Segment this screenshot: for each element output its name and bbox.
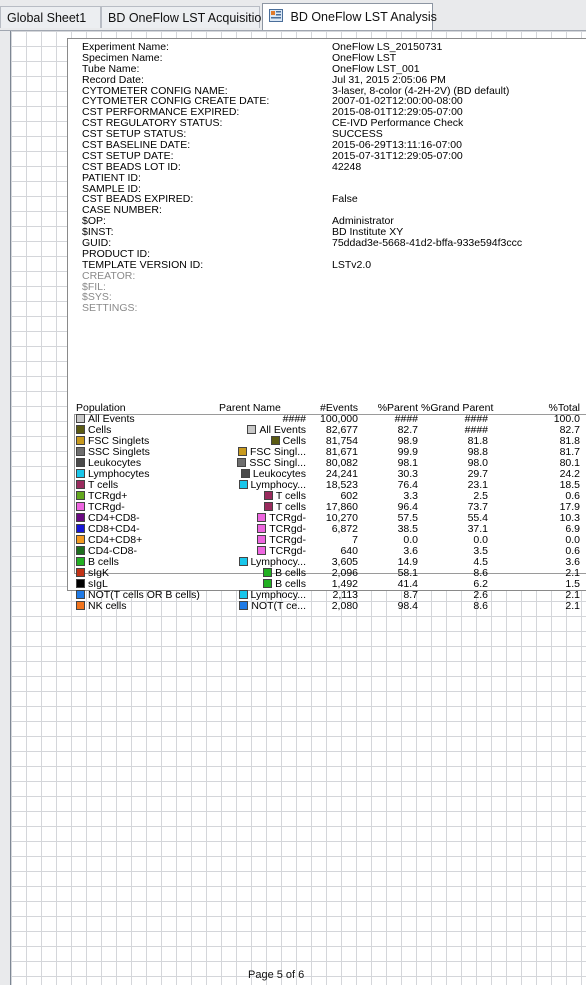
metadata-row: GUID: 75ddad3e-5668-41d2-bffa-933e594f3cc… bbox=[82, 238, 582, 249]
tab-label: Global Sheet1 bbox=[7, 11, 87, 25]
parent-color-swatch bbox=[270, 436, 280, 445]
parent-color-swatch bbox=[257, 546, 267, 555]
parent-name-cell: NOT(T ce... bbox=[204, 601, 306, 612]
table-body: All Events #### 100,000 #### #### 100.0 Cells A… bbox=[74, 414, 586, 612]
population-color-swatch bbox=[76, 458, 85, 467]
experiment-metadata: Experiment Name: OneFlow LS_20150731 Speci… bbox=[82, 42, 582, 314]
worksheet-icon bbox=[269, 5, 283, 31]
table-row[interactable]: sIgK B cells 2,096 58.1 8.6 2.1 bbox=[74, 568, 586, 579]
table-row[interactable]: T cells Lymphocy... 18,523 76.4 23.1 18.5 bbox=[74, 480, 586, 491]
parent-color-swatch bbox=[263, 491, 273, 500]
events-cell: 6,872 bbox=[331, 523, 358, 535]
pct-total-cell: 2.1 bbox=[565, 600, 580, 612]
metadata-key: CREATOR: bbox=[82, 269, 136, 282]
population-color-swatch bbox=[76, 414, 85, 423]
metadata-row: Record Date: Jul 31, 2015 2:05:06 PM bbox=[82, 73, 582, 86]
worksheet-tab-bar: Global Sheet1 BD OneFlow LST Acquisition… bbox=[0, 0, 586, 31]
table-row[interactable]: NOT(T cells OR B cells) Lymphocy... 2,113 8… bbox=[74, 590, 586, 601]
parent-color-swatch bbox=[237, 447, 247, 456]
parent-color-swatch bbox=[237, 458, 247, 467]
sheet-left-margin bbox=[0, 31, 10, 985]
parent-color-swatch bbox=[240, 469, 250, 478]
parent-color-swatch bbox=[263, 568, 273, 577]
population-color-swatch bbox=[76, 447, 85, 456]
metadata-key: PATIENT ID: bbox=[82, 171, 141, 184]
tab-label: BD OneFlow LST Analysis bbox=[290, 10, 437, 24]
table-row[interactable]: CD4+CD8- TCRgd- 10,270 57.5 55.4 10.3 bbox=[74, 513, 586, 524]
tab-lst-acquisition[interactable]: BD OneFlow LST Acquisition bbox=[101, 6, 268, 28]
page-number: Page 5 of 6 bbox=[248, 969, 305, 981]
population-color-swatch bbox=[76, 579, 85, 588]
tab-label: BD OneFlow LST Acquisition bbox=[108, 11, 269, 25]
population-color-swatch bbox=[76, 491, 85, 500]
population-color-swatch bbox=[76, 568, 85, 577]
metadata-key: SETTINGS: bbox=[82, 302, 138, 315]
population-color-swatch bbox=[76, 535, 85, 544]
events-cell: 2,080 bbox=[331, 600, 358, 612]
metadata-row: $FIL: bbox=[82, 281, 582, 293]
parent-name: NOT(T ce... bbox=[251, 600, 306, 612]
population-color-swatch bbox=[76, 524, 85, 533]
population-color-swatch bbox=[76, 502, 85, 511]
table-row[interactable]: B cells Lymphocy... 3,605 14.9 4.5 3.6 bbox=[74, 557, 586, 568]
parent-color-swatch bbox=[238, 480, 248, 489]
parent-color-swatch bbox=[239, 601, 249, 610]
parent-color-swatch bbox=[257, 513, 267, 522]
parent-color-swatch bbox=[257, 524, 267, 533]
population-name: NK cells bbox=[88, 600, 127, 612]
tab-global-sheet1[interactable]: Global Sheet1 bbox=[0, 6, 101, 28]
population-color-swatch bbox=[76, 601, 85, 610]
population-color-swatch bbox=[76, 425, 85, 434]
population-color-swatch bbox=[76, 546, 85, 555]
population-hierarchy-table[interactable]: Population Parent Name #Events %Parent %… bbox=[74, 403, 586, 612]
population-cell: NK cells bbox=[76, 601, 204, 612]
population-color-swatch bbox=[76, 469, 85, 478]
population-color-swatch bbox=[76, 513, 85, 522]
tab-lst-analysis[interactable]: BD OneFlow LST Analysis bbox=[262, 3, 437, 31]
metadata-row: SETTINGS: bbox=[82, 303, 582, 314]
pct-grand-parent-cell: 8.6 bbox=[473, 600, 488, 612]
metadata-value: 75ddad3e-5668-41d2-bffa-933e594f3ccc bbox=[332, 237, 523, 250]
table-row[interactable]: CD4-CD8- TCRgd- 640 3.6 3.5 0.6 bbox=[74, 546, 586, 557]
pct-parent-cell: 98.4 bbox=[397, 600, 418, 612]
parent-color-swatch bbox=[263, 579, 273, 588]
metadata-key: Record Date: bbox=[82, 73, 144, 86]
table-row[interactable]: CD4+CD8+ TCRgd- 7 0.0 0.0 0.0 bbox=[74, 535, 586, 546]
metadata-row: $SYS: bbox=[82, 292, 582, 303]
population-color-swatch bbox=[76, 557, 85, 566]
population-color-swatch bbox=[76, 436, 85, 445]
metadata-value: LSTv2.0 bbox=[332, 258, 372, 271]
population-color-swatch bbox=[76, 590, 85, 599]
table-row[interactable]: CD8+CD4- TCRgd- 6,872 38.5 37.1 6.9 bbox=[74, 524, 586, 535]
parent-color-swatch bbox=[238, 590, 248, 599]
metadata-value: 42248 bbox=[332, 160, 362, 173]
metadata-value: False bbox=[332, 193, 358, 206]
metadata-row: TEMPLATE VERSION ID: LSTv2.0 bbox=[82, 258, 582, 271]
population-color-swatch bbox=[76, 480, 85, 489]
table-row[interactable]: NK cells NOT(T ce... 2,080 98.4 8.6 2.1 bbox=[74, 601, 586, 612]
metadata-row: CST BEADS LOT ID: 42248 bbox=[82, 160, 582, 173]
parent-color-swatch bbox=[247, 425, 257, 434]
parent-color-swatch bbox=[263, 502, 273, 511]
metadata-row: PATIENT ID: bbox=[82, 171, 582, 184]
metadata-row: CREATOR: bbox=[82, 269, 582, 282]
parent-color-swatch bbox=[257, 535, 267, 544]
parent-color-swatch bbox=[238, 557, 248, 566]
metadata-value: Jul 31, 2015 2:05:06 PM bbox=[332, 73, 446, 86]
